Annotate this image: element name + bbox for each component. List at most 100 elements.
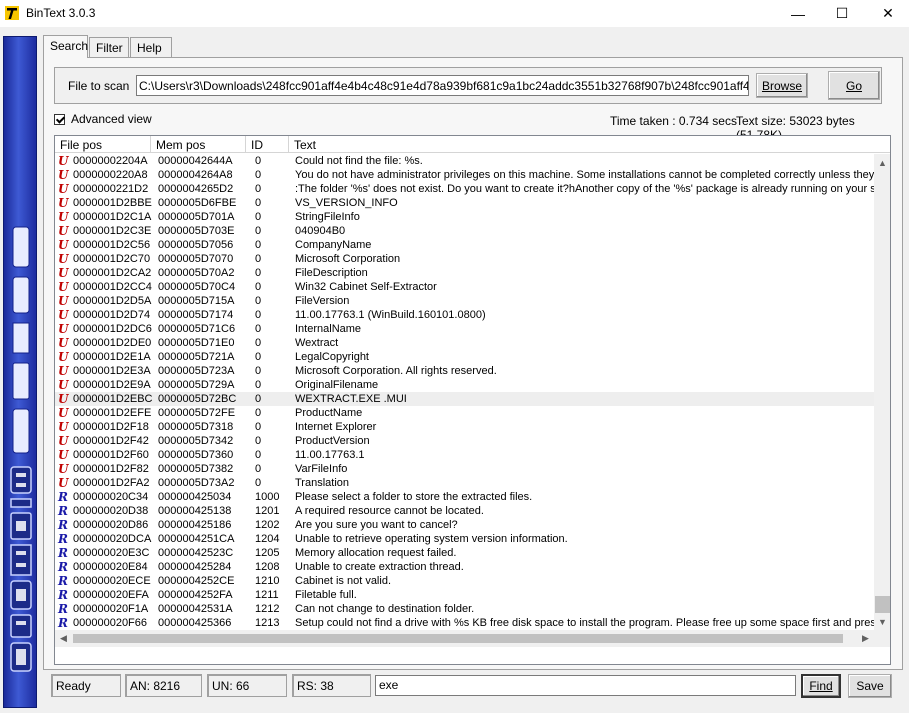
table-row[interactable]: U 0000000221D2 0000004265D2 0:The folder '%…	[55, 182, 874, 196]
table-row[interactable]: U 0000000220A8 0000004264A8 0 You do not hav…	[55, 168, 874, 182]
results-list[interactable]: File pos Mem pos ID Text U 00000002204A 00…	[54, 135, 891, 665]
string-type-icon: R	[58, 574, 68, 588]
table-row[interactable]: U 0000001D2C70 0000005D7070 0 Microsoft Corp…	[55, 252, 874, 266]
table-row[interactable]: R 000000020D86 000000425186 1202 Are you sur…	[55, 518, 874, 532]
string-type-icon: U	[58, 336, 69, 350]
find-button[interactable]: Find	[801, 674, 841, 698]
tab-help[interactable]: Help	[130, 37, 172, 58]
advanced-view-option[interactable]: Advanced view	[54, 112, 152, 126]
table-row[interactable]: U 0000001D2C56 0000005D7056 0 CompanyName	[55, 238, 874, 252]
column-header-file-pos[interactable]: File pos	[55, 136, 151, 153]
column-header-text[interactable]: Text	[289, 136, 890, 153]
table-row[interactable]: U 0000001D2F42 0000005D7342 0 ProductVersion	[55, 434, 874, 448]
cell-id: 0	[255, 309, 262, 321]
string-type-icon: U	[58, 238, 69, 252]
cell-file-pos: 0000001D2D74	[73, 309, 151, 321]
table-row[interactable]: R 000000020F66 000000425366 1213 Setup could…	[55, 616, 874, 630]
cell-text: Microsoft Corporation. All rights reserv…	[295, 365, 497, 377]
table-row[interactable]: R 000000020ECE 0000004252CE 1210 Cabinet is …	[55, 574, 874, 588]
table-row[interactable]: U 0000001D2BBE 0000005D6FBE 0 VS_VERSION_INF…	[55, 196, 874, 210]
scroll-up-icon[interactable]: ▲	[874, 154, 890, 171]
advanced-view-checkbox[interactable]	[54, 113, 65, 125]
table-row[interactable]: U 0000001D2CA2 0000005D70A2 0 FileDescriptio…	[55, 266, 874, 280]
go-button[interactable]: Go	[828, 71, 880, 100]
vertical-scroll-thumb[interactable]	[875, 596, 890, 613]
cell-file-pos: 000000020ECE	[73, 575, 151, 587]
table-row[interactable]: U 00000002204A 00000042644A 0 Could not find…	[55, 154, 874, 168]
table-row[interactable]: U 0000001D2D5A 0000005D715A 0 FileVersion	[55, 294, 874, 308]
cell-text: FileDescription	[295, 267, 368, 279]
advanced-view-label: Advanced view	[71, 112, 152, 126]
table-row[interactable]: U 0000001D2CC4 0000005D70C4 0 Win32 Cabinet …	[55, 280, 874, 294]
string-type-icon: U	[58, 462, 69, 476]
table-row[interactable]: U 0000001D2D74 0000005D7174 0 11.00.17763.1 …	[55, 308, 874, 322]
string-type-icon: U	[58, 252, 69, 266]
cell-id: 0	[255, 421, 262, 433]
file-path-input[interactable]: C:\Users\r3\Downloads\248fcc901aff4e4b4c…	[136, 75, 749, 96]
table-row[interactable]: U 0000001D2F60 0000005D7360 0 11.00.17763.1	[55, 448, 874, 462]
table-row[interactable]: U 0000001D2E1A 0000005D721A 0 LegalCopyright	[55, 350, 874, 364]
cell-text: InternalName	[295, 323, 362, 335]
cell-file-pos: 0000001D2F82	[73, 463, 149, 475]
cell-mem-pos: 00000042531A	[158, 603, 233, 615]
find-input[interactable]: exe	[375, 675, 796, 696]
close-button[interactable]: ✕	[865, 0, 909, 27]
table-row[interactable]: U 0000001D2DC6 0000005D71C6 0 InternalName	[55, 322, 874, 336]
table-row[interactable]: R 000000020EFA 0000004252FA 1211 Filetable f…	[55, 588, 874, 602]
table-row[interactable]: R 000000020F1A 00000042531A 1212 Can not cha…	[55, 602, 874, 616]
cell-id: 0	[255, 365, 262, 377]
horizontal-scroll-thumb[interactable]	[73, 634, 843, 643]
column-header-id[interactable]: ID	[246, 136, 289, 153]
cell-file-pos: 0000001D2FA2	[73, 477, 150, 489]
cell-id: 0	[255, 211, 262, 223]
string-type-icon: U	[58, 420, 69, 434]
table-row[interactable]: R 000000020C34 000000425034 1000 Please sele…	[55, 490, 874, 504]
tab-filter[interactable]: Filter	[89, 37, 129, 58]
cell-text: FileVersion	[295, 295, 350, 307]
cell-text: 040904B0	[295, 225, 346, 237]
browse-button-label: Browse	[761, 78, 802, 93]
cell-file-pos: 0000000220A8	[73, 169, 148, 181]
cell-id: 0	[255, 225, 262, 237]
minimize-button[interactable]: —	[775, 0, 821, 27]
cell-text: StringFileInfo	[295, 211, 360, 223]
table-row[interactable]: U 0000001D2FA2 0000005D73A2 0 Translation	[55, 476, 874, 490]
table-row[interactable]: U 0000001D2E9A 0000005D729A 0 OriginalFilena…	[55, 378, 874, 392]
table-row[interactable]: U 0000001D2F82 0000005D7382 0 VarFileInfo	[55, 462, 874, 476]
cell-file-pos: 000000020F66	[73, 617, 148, 629]
table-row[interactable]: R 000000020E84 000000425284 1208 Unable to c…	[55, 560, 874, 574]
maximize-button[interactable]: ☐	[819, 0, 865, 27]
status-resource-count: RS: 38	[292, 674, 371, 697]
cell-id: 0	[255, 463, 262, 475]
cell-id: 0	[255, 393, 262, 405]
cell-id: 0	[255, 253, 262, 265]
find-button-label: Find	[809, 679, 833, 693]
cell-id: 1205	[255, 547, 280, 559]
save-button[interactable]: Save	[848, 674, 892, 698]
bintext-logo-icon	[10, 226, 32, 672]
string-type-icon: U	[58, 224, 69, 238]
horizontal-scrollbar[interactable]: ◀ ▶	[55, 630, 874, 647]
vertical-scrollbar[interactable]: ▲ ▼	[874, 154, 890, 630]
minimize-icon: —	[791, 5, 805, 22]
scroll-down-icon[interactable]: ▼	[874, 613, 890, 630]
table-row[interactable]: U 0000001D2F18 0000005D7318 0 Internet Explo…	[55, 420, 874, 434]
table-row[interactable]: U 0000001D2DE0 0000005D71E0 0 Wextract	[55, 336, 874, 350]
cell-text: Filetable full.	[295, 589, 357, 601]
table-row[interactable]: R 000000020D38 000000425138 1201 A required …	[55, 504, 874, 518]
table-row[interactable]: U 0000001D2EFE 0000005D72FE 0 ProductName	[55, 406, 874, 420]
table-row[interactable]: R 000000020E3C 00000042523C 1205 Memory allo…	[55, 546, 874, 560]
file-to-scan-label: File to scan	[68, 79, 130, 93]
table-row[interactable]: R 000000020DCA 0000004251CA 1204 Unable to r…	[55, 532, 874, 546]
scroll-right-icon[interactable]: ▶	[857, 630, 874, 647]
table-row[interactable]: U 0000001D2E3A 0000005D723A 0 Microsoft Cor…	[55, 364, 874, 378]
scroll-left-icon[interactable]: ◀	[55, 630, 72, 647]
cell-mem-pos: 0000004251CA	[158, 533, 235, 545]
tab-search[interactable]: Search	[43, 35, 88, 58]
table-row[interactable]: U 0000001D2C1A 0000005D701A 0 StringFileInfo	[55, 210, 874, 224]
browse-button[interactable]: Browse	[756, 73, 808, 98]
table-row[interactable]: U 0000001D2C3E 0000005D703E 0 040904B0	[55, 224, 874, 238]
column-header-mem-pos[interactable]: Mem pos	[151, 136, 246, 153]
table-row[interactable]: U 0000001D2EBC 0000005D72BC 0 WEXTRACT.EXE .…	[55, 392, 874, 406]
maximize-icon: ☐	[835, 5, 849, 21]
